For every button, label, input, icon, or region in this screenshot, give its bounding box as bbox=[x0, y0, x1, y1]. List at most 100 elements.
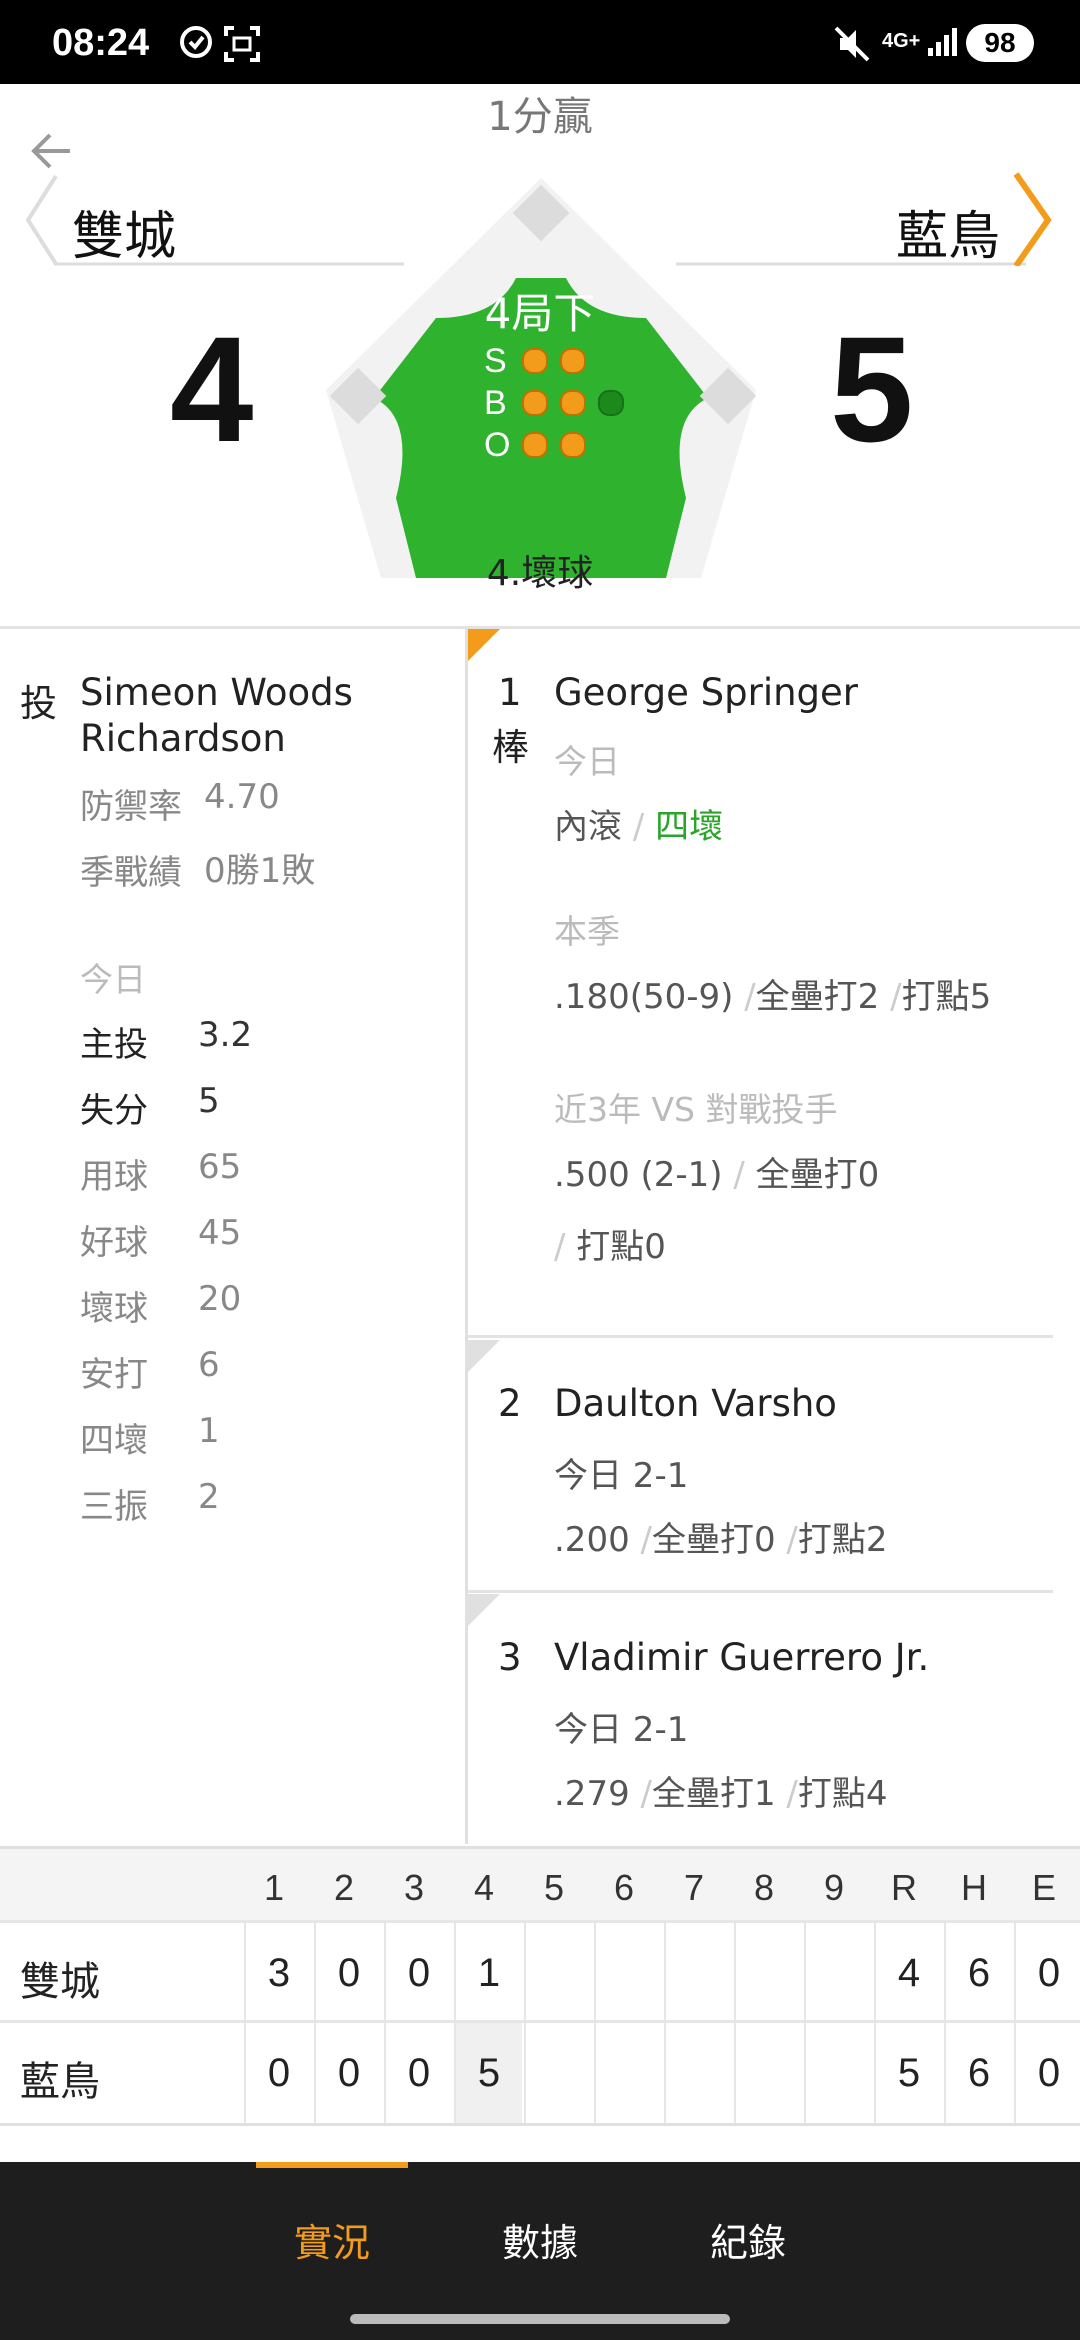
inning-cell bbox=[524, 1923, 592, 2023]
stat-value: 45 bbox=[198, 1213, 242, 1253]
stat-label: 安打 bbox=[80, 1355, 148, 1395]
out-dot-2 bbox=[560, 432, 586, 458]
inning-cell: 0 bbox=[314, 1923, 382, 2023]
inning-cell bbox=[804, 2023, 872, 2123]
batter-today-results: 內滾 / 四壞 bbox=[554, 799, 723, 848]
inning-header: 2 bbox=[333, 1867, 355, 1908]
active-tab-indicator bbox=[256, 2162, 408, 2168]
inning-header: 6 bbox=[613, 1867, 635, 1908]
away-score: 4 bbox=[170, 305, 254, 473]
batter-card[interactable]: 2 Daulton Varsho 今日 2-1 .200 /全壘打0 /打點2 bbox=[468, 1340, 1053, 1593]
inning-cell bbox=[664, 2023, 732, 2123]
strike-dot-2 bbox=[560, 348, 586, 374]
vs-pitcher-label: 近3年 VS 對戰投手 bbox=[554, 1090, 838, 1129]
status-bar: 08:24 4G+ 98 bbox=[0, 0, 1080, 84]
linescore-row: 雙城 3 0 0 1 4 6 0 bbox=[0, 1920, 1080, 2023]
runs-cell: 4 bbox=[874, 1923, 942, 2023]
stat-value: 1 bbox=[198, 1411, 220, 1451]
status-time: 08:24 bbox=[52, 22, 150, 64]
linescore-team: 藍鳥 bbox=[20, 2059, 100, 2105]
inning-label: 4局下 bbox=[484, 289, 596, 338]
inning-cell bbox=[804, 1923, 872, 2023]
batter-name[interactable]: Daulton Varsho bbox=[554, 1382, 837, 1425]
tab-live[interactable]: 實況 bbox=[252, 2212, 412, 2267]
stat-value: 20 bbox=[198, 1279, 242, 1319]
batter-order: 1 bbox=[498, 671, 522, 714]
stat-label: 主投 bbox=[80, 1025, 148, 1065]
inning-header: 8 bbox=[753, 1867, 775, 1908]
batter-card[interactable]: 3 Vladimir Guerrero Jr. 今日 2-1 .279 /全壘打… bbox=[468, 1594, 1053, 1844]
batter-name[interactable]: Vladimir Guerrero Jr. bbox=[554, 1636, 929, 1679]
era-label: 防禦率 bbox=[80, 787, 182, 827]
separator: / bbox=[632, 807, 656, 847]
signal-icon bbox=[926, 24, 960, 67]
runs-cell: 5 bbox=[874, 2023, 942, 2123]
vs-hr: 全壘打0 bbox=[755, 1155, 880, 1195]
hits-header: H bbox=[961, 1867, 987, 1908]
batter-season-stats: .279 /全壘打1 /打點4 bbox=[554, 1766, 888, 1815]
network-label: 4G+ bbox=[882, 30, 921, 52]
inning-header: 3 bbox=[403, 1867, 425, 1908]
pitcher-role-label: 投 bbox=[20, 682, 57, 725]
out-label: O bbox=[484, 426, 511, 464]
inning-cell: 0 bbox=[244, 2023, 312, 2123]
pitcher-panel: 投 Simeon Woods Richardson 防禦率 4.70 季戰績 0… bbox=[0, 629, 465, 1844]
divider bbox=[468, 1590, 1053, 1593]
season-hr: 全壘打2 bbox=[755, 977, 880, 1017]
batter-today: 今日 2-1 bbox=[554, 1710, 689, 1750]
inning-header: 4 bbox=[473, 1867, 495, 1908]
home-indicator[interactable] bbox=[350, 2314, 730, 2324]
bottom-tab-bar: 實況 數據 紀錄 bbox=[0, 2162, 1080, 2340]
season-rbi: 打點4 bbox=[797, 1774, 888, 1814]
linescore-row: 藍鳥 0 0 0 5 5 6 0 bbox=[0, 2020, 1080, 2126]
stat-value: 2 bbox=[198, 1477, 220, 1517]
season-hr: 全壘打1 bbox=[651, 1774, 776, 1814]
season-hr: 全壘打0 bbox=[651, 1520, 776, 1560]
batter-order-suffix: 棒 bbox=[492, 726, 529, 769]
separator: / bbox=[722, 1155, 756, 1195]
ball-dot-1 bbox=[522, 390, 548, 416]
vs-rbi: 打點0 bbox=[576, 1227, 666, 1267]
pitcher-name-line2[interactable]: Richardson bbox=[80, 717, 286, 760]
inning-cell bbox=[664, 1923, 732, 2023]
batter-marker bbox=[468, 1594, 500, 1626]
linescore-header: 1 2 3 4 5 6 7 8 9 R H E bbox=[0, 1846, 1080, 1923]
record-label: 季戰績 bbox=[80, 853, 182, 893]
stat-label: 壞球 bbox=[80, 1289, 148, 1329]
vs-pitcher-stats-cont: / 打點0 bbox=[554, 1219, 666, 1268]
errors-cell: 0 bbox=[1014, 2023, 1080, 2123]
strike-label: S bbox=[484, 342, 507, 380]
stat-label: 用球 bbox=[80, 1157, 148, 1197]
inning-cell: 0 bbox=[384, 1923, 452, 2023]
batter-order: 3 bbox=[498, 1636, 522, 1679]
inning-cell: 0 bbox=[314, 2023, 382, 2123]
batter-season-stats: .200 /全壘打0 /打點2 bbox=[554, 1512, 888, 1561]
batter-today: 今日 2-1 bbox=[554, 1456, 689, 1496]
ball-dot-3 bbox=[598, 390, 624, 416]
inning-cell: 3 bbox=[244, 1923, 312, 2023]
season-avg: .180(50-9) bbox=[554, 977, 734, 1017]
score-header: 1分贏 雙城 藍鳥 4 5 4局下 S B O 4.壞球 bbox=[0, 84, 1080, 626]
mute-icon bbox=[832, 24, 872, 73]
era-value: 4.70 bbox=[204, 777, 280, 817]
vs-pitcher-stats: .500 (2-1) / 全壘打0 bbox=[554, 1147, 879, 1196]
inning-cell bbox=[734, 1923, 802, 2023]
pitcher-name-line1[interactable]: Simeon Woods bbox=[80, 671, 353, 714]
batter-name[interactable]: George Springer bbox=[554, 671, 858, 714]
inning-header: 1 bbox=[263, 1867, 285, 1908]
tab-records[interactable]: 紀錄 bbox=[668, 2212, 828, 2267]
screenshot-icon bbox=[222, 24, 262, 73]
stat-value: 6 bbox=[198, 1345, 220, 1385]
inning-cell bbox=[734, 2023, 802, 2123]
season-avg: .200 bbox=[554, 1520, 630, 1560]
tab-stats[interactable]: 數據 bbox=[460, 2212, 620, 2267]
stat-label: 四壞 bbox=[80, 1421, 148, 1461]
batter-card[interactable]: 1 棒 George Springer 今日 內滾 / 四壞 本季 .180(5… bbox=[468, 629, 1053, 1338]
record-value: 0勝1敗 bbox=[204, 851, 316, 891]
inning-cell bbox=[594, 1923, 662, 2023]
batter-order: 2 bbox=[498, 1382, 522, 1425]
separator: / bbox=[629, 1774, 652, 1814]
errors-header: E bbox=[1031, 1867, 1056, 1908]
runs-header: R bbox=[891, 1867, 917, 1908]
current-batter-marker bbox=[468, 629, 500, 661]
